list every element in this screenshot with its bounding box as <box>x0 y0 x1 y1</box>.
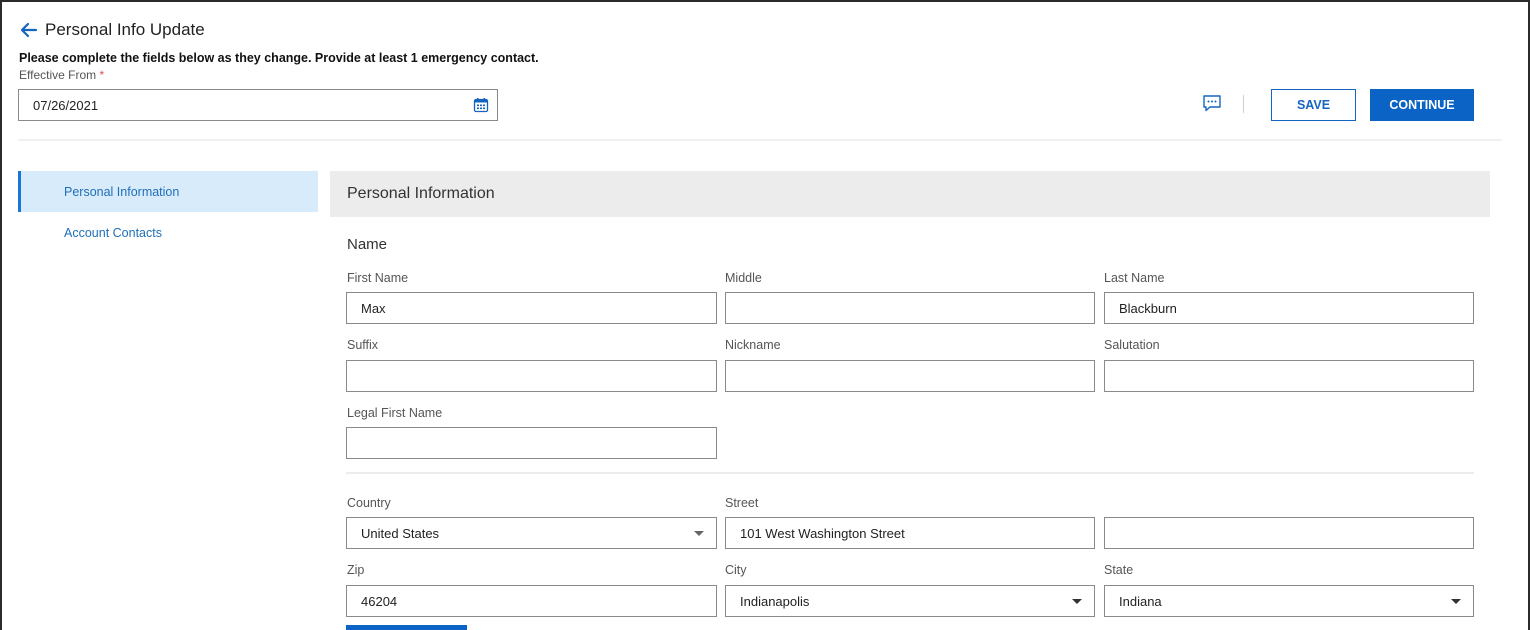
street-input[interactable] <box>726 518 1094 548</box>
suffix-label: Suffix <box>347 338 379 352</box>
effective-from-label-text: Effective From <box>19 68 97 82</box>
effective-date-field[interactable] <box>18 89 498 121</box>
nickname-input[interactable] <box>726 361 1094 391</box>
chevron-down-icon[interactable] <box>1451 599 1461 604</box>
title-row: Personal Info Update <box>19 20 205 40</box>
page-title: Personal Info Update <box>45 20 205 39</box>
section-divider <box>346 472 1474 474</box>
first-name-input[interactable] <box>347 293 716 323</box>
suffix-input[interactable] <box>347 361 716 391</box>
back-arrow-icon[interactable] <box>19 20 39 40</box>
sidebar-item-account-contacts[interactable]: Account Contacts <box>18 212 318 253</box>
legal-first-name-field[interactable] <box>346 427 717 459</box>
first-name-field[interactable] <box>346 292 717 324</box>
effective-date-input[interactable] <box>19 90 459 120</box>
first-name-label: First Name <box>347 271 409 285</box>
effective-from-label: Effective From * <box>19 68 104 82</box>
chevron-down-icon[interactable] <box>694 531 704 536</box>
country-label: Country <box>347 496 391 510</box>
salutation-label: Salutation <box>1104 338 1160 352</box>
state-select-value[interactable] <box>1105 586 1473 616</box>
country-select[interactable] <box>346 517 717 549</box>
middle-name-label: Middle <box>725 271 762 285</box>
zip-label: Zip <box>347 563 365 577</box>
suffix-field[interactable] <box>346 360 717 392</box>
street-label: Street <box>725 496 759 510</box>
last-name-input[interactable] <box>1105 293 1473 323</box>
street-line-2-field[interactable] <box>1104 517 1474 549</box>
state-select[interactable] <box>1104 585 1474 617</box>
sidebar-item-personal-information[interactable]: Personal Information <box>18 171 318 212</box>
nickname-label: Nickname <box>725 338 781 352</box>
country-select-value[interactable] <box>347 518 716 548</box>
save-button[interactable]: SAVE <box>1271 89 1356 121</box>
sidebar-nav: Personal Information Account Contacts <box>18 171 318 253</box>
state-label: State <box>1104 563 1134 577</box>
legal-first-name-label: Legal First Name <box>347 406 443 420</box>
legal-first-name-input[interactable] <box>347 428 716 458</box>
continue-button[interactable]: CONTINUE <box>1370 89 1474 121</box>
comment-icon[interactable] <box>1202 94 1222 112</box>
city-label: City <box>725 563 747 577</box>
calendar-icon[interactable] <box>473 97 489 113</box>
section-title: Personal Information <box>330 171 1490 217</box>
partially-visible-button[interactable] <box>346 625 467 630</box>
last-name-field[interactable] <box>1104 292 1474 324</box>
zip-input[interactable] <box>347 586 716 616</box>
instructions-text: Please complete the fields below as they… <box>19 51 539 65</box>
toolbar-divider <box>1243 95 1244 113</box>
required-mark: * <box>99 68 105 82</box>
salutation-field[interactable] <box>1104 360 1474 392</box>
middle-name-input[interactable] <box>726 293 1094 323</box>
city-select-value[interactable] <box>726 586 1094 616</box>
main-content: Personal Information Name First Name Mid… <box>330 171 1490 630</box>
street-field[interactable] <box>725 517 1095 549</box>
app-frame: Personal Info Update Please complete the… <box>0 0 1530 630</box>
middle-name-field[interactable] <box>725 292 1095 324</box>
header-separator <box>18 139 1502 141</box>
last-name-label: Last Name <box>1104 271 1165 285</box>
chevron-down-icon[interactable] <box>1072 599 1082 604</box>
city-select[interactable] <box>725 585 1095 617</box>
salutation-input[interactable] <box>1105 361 1473 391</box>
street-line-2-input[interactable] <box>1105 518 1473 548</box>
nickname-field[interactable] <box>725 360 1095 392</box>
zip-field[interactable] <box>346 585 717 617</box>
name-heading: Name <box>347 236 388 253</box>
